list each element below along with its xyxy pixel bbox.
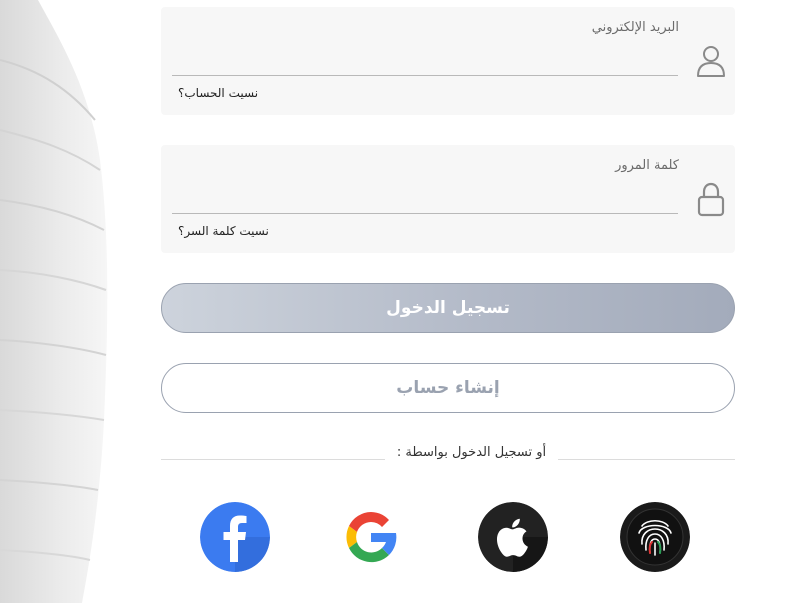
email-field-card: البريد الإلكتروني نسيت الحساب؟ xyxy=(161,7,735,115)
register-button-label: إنشاء حساب xyxy=(396,378,500,398)
uae-pass-fingerprint-icon[interactable] xyxy=(620,502,690,572)
login-button-label: تسجيل الدخول xyxy=(386,298,510,318)
forgot-account-link[interactable]: نسيت الحساب؟ xyxy=(178,86,258,100)
apple-icon[interactable] xyxy=(478,502,548,572)
google-icon[interactable] xyxy=(336,502,406,572)
register-button[interactable]: إنشاء حساب xyxy=(161,363,735,413)
facebook-icon[interactable] xyxy=(200,502,270,572)
background-decoration xyxy=(0,0,108,603)
lock-icon xyxy=(697,182,725,217)
email-input[interactable] xyxy=(172,41,678,76)
user-icon xyxy=(697,46,725,77)
forgot-password-link[interactable]: نسيت كلمة السر؟ xyxy=(178,224,269,238)
login-button[interactable]: تسجيل الدخول xyxy=(161,283,735,333)
password-input[interactable] xyxy=(172,179,678,214)
password-field-card: كلمة المرور نسيت كلمة السر؟ xyxy=(161,145,735,253)
password-label: كلمة المرور xyxy=(615,158,679,173)
social-login-text: أو تسجيل الدخول بواسطة : xyxy=(384,445,559,460)
social-login-divider: أو تسجيل الدخول بواسطة : xyxy=(0,445,787,460)
email-label: البريد الإلكتروني xyxy=(591,20,679,35)
